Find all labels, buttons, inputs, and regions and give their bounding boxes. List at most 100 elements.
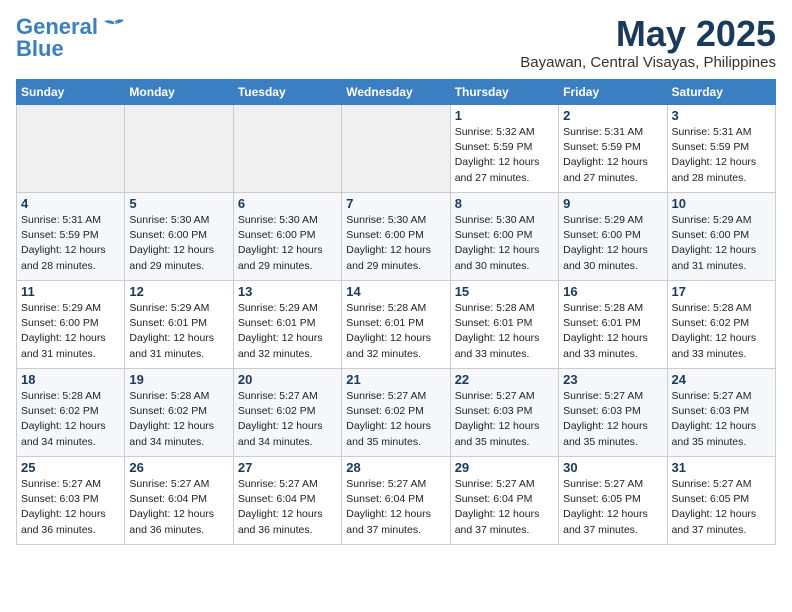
- calendar-cell: 28Sunrise: 5:27 AM Sunset: 6:04 PM Dayli…: [342, 457, 450, 545]
- calendar-cell: [233, 105, 341, 193]
- day-info: Sunrise: 5:28 AM Sunset: 6:01 PM Dayligh…: [455, 301, 554, 362]
- calendar-cell: 3 Sunrise: 5:31 AM Sunset: 5:59 PM Daylig…: [667, 105, 775, 193]
- calendar-cell: 6 Sunrise: 5:30 AM Sunset: 6:00 PM Daylig…: [233, 193, 341, 281]
- day-number: 2: [563, 108, 662, 123]
- day-number: 1: [455, 108, 554, 123]
- day-info: Sunrise: 5:28 AM Sunset: 6:02 PM Dayligh…: [21, 389, 120, 450]
- weekday-header: Sunday: [17, 80, 125, 105]
- weekday-header: Tuesday: [233, 80, 341, 105]
- day-info: Sunrise: 5:27 AM Sunset: 6:04 PM Dayligh…: [455, 477, 554, 538]
- calendar-cell: 12 Sunrise: 5:29 AM Sunset: 6:01 PM Dayli…: [125, 281, 233, 369]
- day-info: Sunrise: 5:29 AM Sunset: 6:01 PM Dayligh…: [238, 301, 337, 362]
- month-title: May 2025: [520, 16, 776, 52]
- day-number: 21: [346, 372, 445, 387]
- day-number: 26: [129, 460, 228, 475]
- day-number: 15: [455, 284, 554, 299]
- day-info: Sunrise: 5:27 AM Sunset: 6:03 PM Dayligh…: [563, 389, 662, 450]
- day-info: Sunrise: 5:27 AM Sunset: 6:03 PM Dayligh…: [672, 389, 771, 450]
- day-info: Sunrise: 5:31 AM Sunset: 5:59 PM Dayligh…: [21, 213, 120, 274]
- day-number: 18: [21, 372, 120, 387]
- day-info: Sunrise: 5:29 AM Sunset: 6:00 PM Dayligh…: [672, 213, 771, 274]
- day-number: 27: [238, 460, 337, 475]
- day-number: 4: [21, 196, 120, 211]
- day-number: 19: [129, 372, 228, 387]
- day-number: 31: [672, 460, 771, 475]
- calendar-cell: 2 Sunrise: 5:31 AM Sunset: 5:59 PM Daylig…: [559, 105, 667, 193]
- day-info: Sunrise: 5:27 AM Sunset: 6:02 PM Dayligh…: [346, 389, 445, 450]
- day-number: 24: [672, 372, 771, 387]
- day-info: Sunrise: 5:31 AM Sunset: 5:59 PM Dayligh…: [672, 125, 771, 186]
- day-number: 5: [129, 196, 228, 211]
- day-number: 13: [238, 284, 337, 299]
- day-info: Sunrise: 5:30 AM Sunset: 6:00 PM Dayligh…: [238, 213, 337, 274]
- calendar-cell: 8Sunrise: 5:30 AM Sunset: 6:00 PM Daylig…: [450, 193, 558, 281]
- day-number: 17: [672, 284, 771, 299]
- logo: GeneralBlue: [16, 16, 128, 60]
- day-number: 22: [455, 372, 554, 387]
- calendar-week-row: 1 Sunrise: 5:32 AM Sunset: 5:59 PM Daylig…: [17, 105, 776, 193]
- day-info: Sunrise: 5:28 AM Sunset: 6:01 PM Dayligh…: [346, 301, 445, 362]
- calendar-week-row: 11Sunrise: 5:29 AM Sunset: 6:00 PM Dayli…: [17, 281, 776, 369]
- day-info: Sunrise: 5:28 AM Sunset: 6:01 PM Dayligh…: [563, 301, 662, 362]
- day-number: 3: [672, 108, 771, 123]
- calendar-cell: 30 Sunrise: 5:27 AM Sunset: 6:05 PM Dayli…: [559, 457, 667, 545]
- calendar-cell: 11Sunrise: 5:29 AM Sunset: 6:00 PM Dayli…: [17, 281, 125, 369]
- calendar-cell: 4 Sunrise: 5:31 AM Sunset: 5:59 PM Daylig…: [17, 193, 125, 281]
- day-info: Sunrise: 5:30 AM Sunset: 6:00 PM Dayligh…: [129, 213, 228, 274]
- calendar-cell: 10 Sunrise: 5:29 AM Sunset: 6:00 PM Dayli…: [667, 193, 775, 281]
- calendar-cell: 16 Sunrise: 5:28 AM Sunset: 6:01 PM Dayli…: [559, 281, 667, 369]
- day-number: 10: [672, 196, 771, 211]
- weekday-header: Monday: [125, 80, 233, 105]
- day-info: Sunrise: 5:27 AM Sunset: 6:05 PM Dayligh…: [563, 477, 662, 538]
- calendar-cell: 19 Sunrise: 5:28 AM Sunset: 6:02 PM Dayli…: [125, 369, 233, 457]
- day-number: 9: [563, 196, 662, 211]
- day-number: 14: [346, 284, 445, 299]
- day-number: 23: [563, 372, 662, 387]
- calendar-cell: 21 Sunrise: 5:27 AM Sunset: 6:02 PM Dayli…: [342, 369, 450, 457]
- calendar-cell: 7Sunrise: 5:30 AM Sunset: 6:00 PM Daylig…: [342, 193, 450, 281]
- day-info: Sunrise: 5:27 AM Sunset: 6:04 PM Dayligh…: [238, 477, 337, 538]
- day-info: Sunrise: 5:29 AM Sunset: 6:01 PM Dayligh…: [129, 301, 228, 362]
- weekday-header: Wednesday: [342, 80, 450, 105]
- calendar-cell: 9Sunrise: 5:29 AM Sunset: 6:00 PM Daylig…: [559, 193, 667, 281]
- day-number: 30: [563, 460, 662, 475]
- calendar-week-row: 18 Sunrise: 5:28 AM Sunset: 6:02 PM Dayli…: [17, 369, 776, 457]
- calendar-cell: 18 Sunrise: 5:28 AM Sunset: 6:02 PM Dayli…: [17, 369, 125, 457]
- day-info: Sunrise: 5:31 AM Sunset: 5:59 PM Dayligh…: [563, 125, 662, 186]
- logo-bird-icon: [100, 18, 128, 40]
- calendar-cell: 29 Sunrise: 5:27 AM Sunset: 6:04 PM Dayli…: [450, 457, 558, 545]
- title-block: May 2025 Bayawan, Central Visayas, Phili…: [520, 16, 776, 71]
- calendar-cell: 20Sunrise: 5:27 AM Sunset: 6:02 PM Dayli…: [233, 369, 341, 457]
- day-info: Sunrise: 5:27 AM Sunset: 6:03 PM Dayligh…: [21, 477, 120, 538]
- day-number: 29: [455, 460, 554, 475]
- calendar-cell: 23 Sunrise: 5:27 AM Sunset: 6:03 PM Dayli…: [559, 369, 667, 457]
- day-info: Sunrise: 5:27 AM Sunset: 6:05 PM Dayligh…: [672, 477, 771, 538]
- calendar-cell: [342, 105, 450, 193]
- calendar-table: SundayMondayTuesdayWednesdayThursdayFrid…: [16, 79, 776, 545]
- calendar-cell: 14 Sunrise: 5:28 AM Sunset: 6:01 PM Dayli…: [342, 281, 450, 369]
- day-info: Sunrise: 5:27 AM Sunset: 6:03 PM Dayligh…: [455, 389, 554, 450]
- page-header: GeneralBlue May 2025 Bayawan, Central Vi…: [16, 16, 776, 71]
- calendar-cell: 31 Sunrise: 5:27 AM Sunset: 6:05 PM Dayli…: [667, 457, 775, 545]
- day-info: Sunrise: 5:27 AM Sunset: 6:04 PM Dayligh…: [346, 477, 445, 538]
- day-number: 16: [563, 284, 662, 299]
- calendar-cell: 27 Sunrise: 5:27 AM Sunset: 6:04 PM Dayli…: [233, 457, 341, 545]
- day-number: 6: [238, 196, 337, 211]
- day-info: Sunrise: 5:30 AM Sunset: 6:00 PM Dayligh…: [346, 213, 445, 274]
- day-info: Sunrise: 5:32 AM Sunset: 5:59 PM Dayligh…: [455, 125, 554, 186]
- day-info: Sunrise: 5:29 AM Sunset: 6:00 PM Dayligh…: [21, 301, 120, 362]
- day-number: 12: [129, 284, 228, 299]
- calendar-cell: 15 Sunrise: 5:28 AM Sunset: 6:01 PM Dayli…: [450, 281, 558, 369]
- logo-text: GeneralBlue: [16, 16, 98, 60]
- calendar-cell: 25 Sunrise: 5:27 AM Sunset: 6:03 PM Dayli…: [17, 457, 125, 545]
- calendar-cell: 26 Sunrise: 5:27 AM Sunset: 6:04 PM Dayli…: [125, 457, 233, 545]
- day-info: Sunrise: 5:27 AM Sunset: 6:04 PM Dayligh…: [129, 477, 228, 538]
- day-info: Sunrise: 5:28 AM Sunset: 6:02 PM Dayligh…: [129, 389, 228, 450]
- day-info: Sunrise: 5:27 AM Sunset: 6:02 PM Dayligh…: [238, 389, 337, 450]
- calendar-week-row: 4 Sunrise: 5:31 AM Sunset: 5:59 PM Daylig…: [17, 193, 776, 281]
- weekday-header: Thursday: [450, 80, 558, 105]
- calendar-week-row: 25 Sunrise: 5:27 AM Sunset: 6:03 PM Dayli…: [17, 457, 776, 545]
- calendar-cell: [17, 105, 125, 193]
- calendar-cell: 5 Sunrise: 5:30 AM Sunset: 6:00 PM Daylig…: [125, 193, 233, 281]
- day-number: 25: [21, 460, 120, 475]
